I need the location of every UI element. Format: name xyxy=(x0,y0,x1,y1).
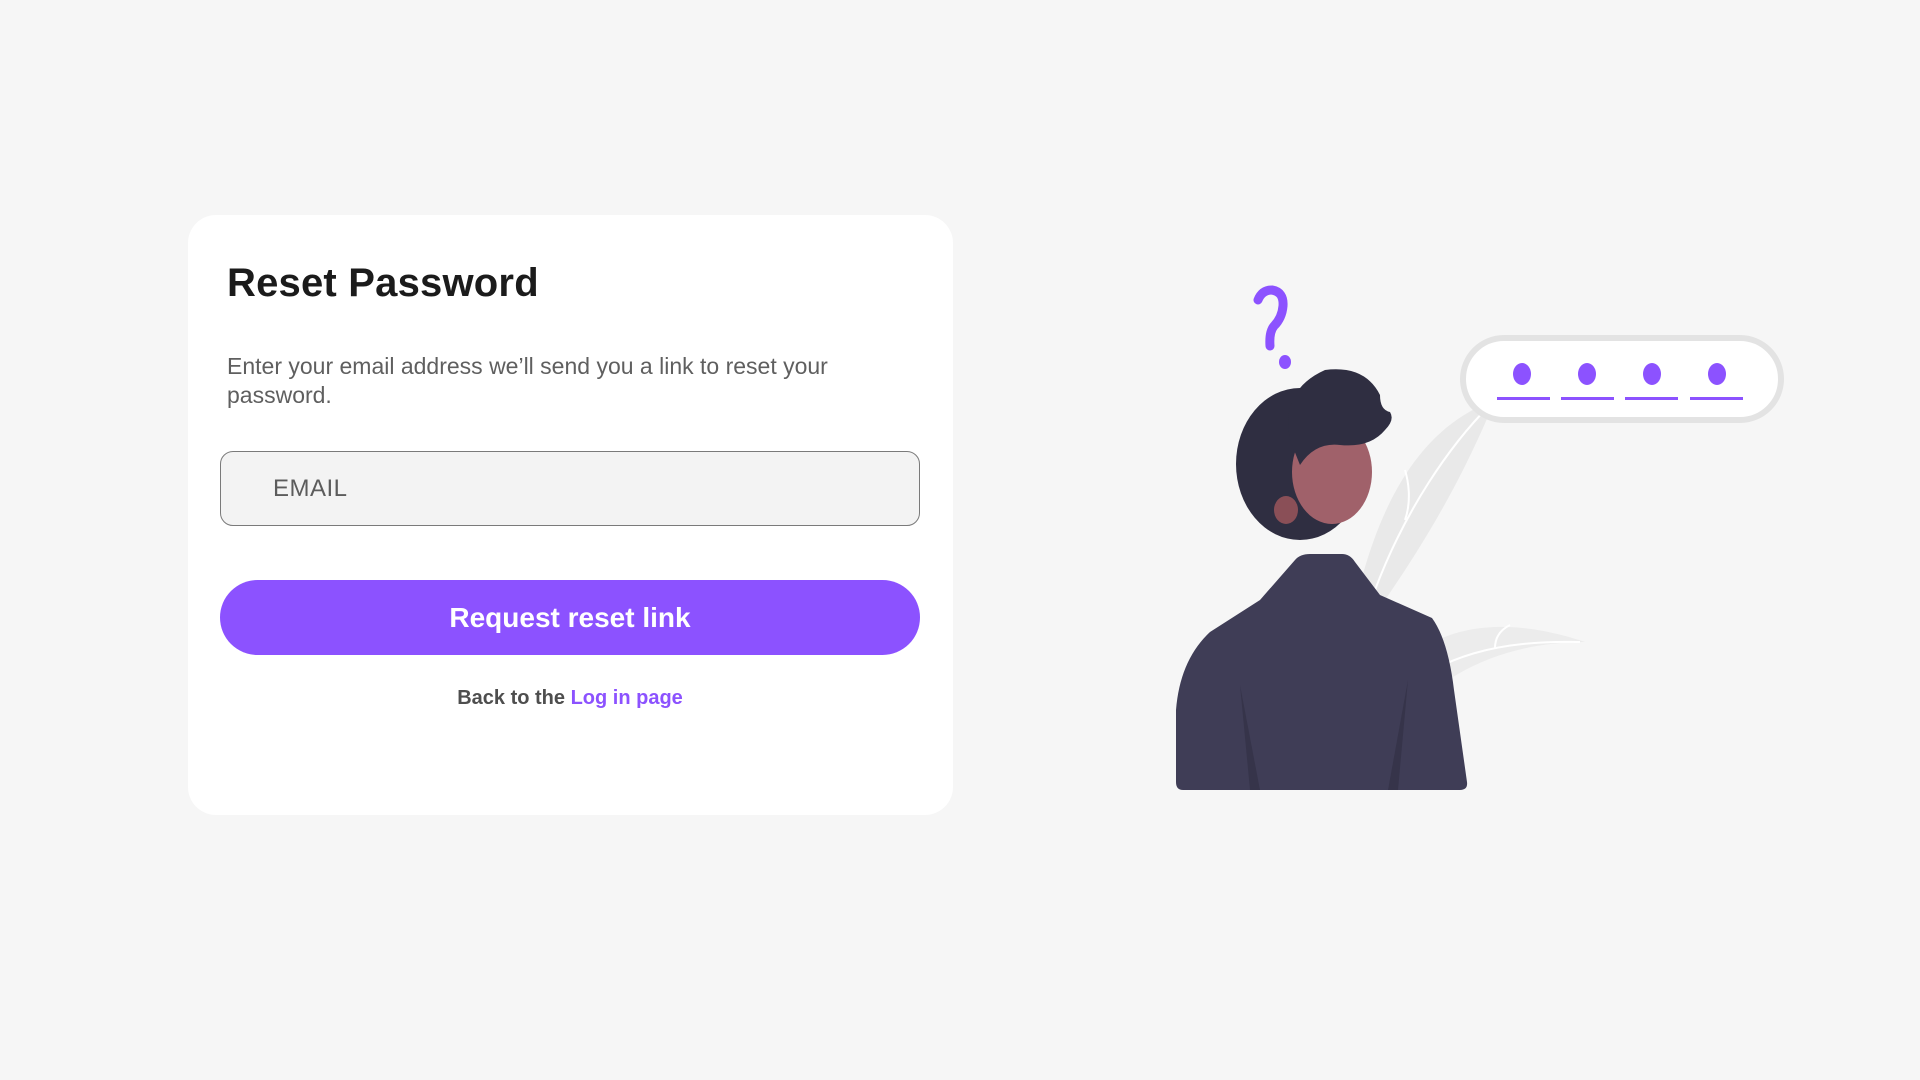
forgot-password-illustration xyxy=(1176,285,1784,790)
instructions-text: Enter your email address we’ll send you … xyxy=(227,353,828,408)
page-title: Reset Password xyxy=(227,261,539,305)
question-mark-icon xyxy=(1253,285,1291,369)
reset-password-card: Reset Password Enter your email address … xyxy=(188,215,953,815)
back-prefix-text: Back to the xyxy=(457,687,566,709)
password-dots-icon xyxy=(1460,335,1784,423)
person-illustration xyxy=(1176,369,1468,790)
login-page-link[interactable]: Log in page xyxy=(571,687,683,709)
request-reset-link-button[interactable]: Request reset link xyxy=(220,580,920,655)
reset-password-page: Reset Password Enter your email address … xyxy=(0,0,1920,1080)
email-field[interactable] xyxy=(220,451,920,526)
back-to-login-line: Back to the Log in page xyxy=(220,687,920,710)
